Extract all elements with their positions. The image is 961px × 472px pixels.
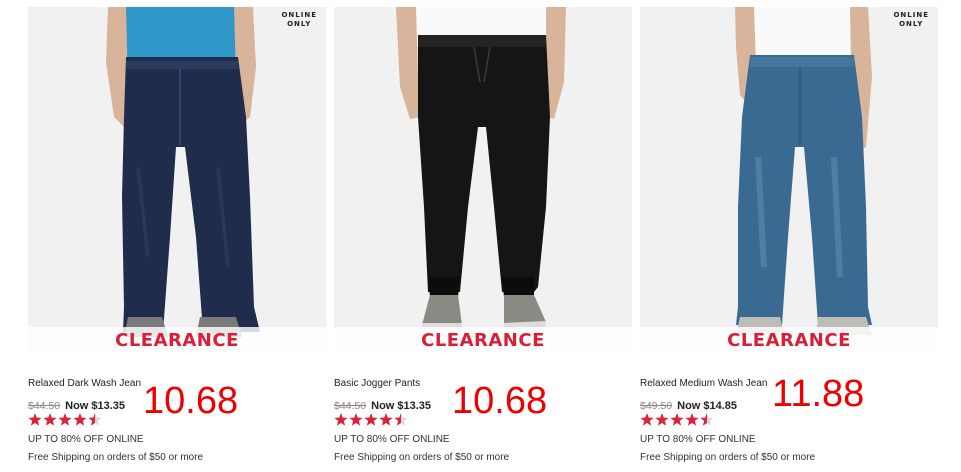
star-icon: [73, 413, 87, 426]
online-only-badge: ONLINE ONLY: [893, 11, 929, 28]
clearance-banner: CLEARANCE: [640, 327, 938, 354]
star-icon: [43, 413, 57, 426]
product-name-link[interactable]: Relaxed Dark Wash Jean: [28, 378, 141, 389]
product-card: CLEARANCE Basic Jogger Pants $44.50 Now $…: [334, 7, 632, 472]
online-only-badge: ONLINE ONLY: [281, 11, 317, 28]
product-name-link[interactable]: Relaxed Medium Wash Jean: [640, 378, 767, 389]
star-icon: [640, 413, 654, 426]
clearance-banner: CLEARANCE: [334, 327, 632, 354]
dark-jeans-image: [28, 7, 326, 354]
clearance-label: CLEARANCE: [421, 330, 545, 351]
sale-price: Now $13.35: [65, 400, 126, 412]
annotated-price: 10.68: [452, 380, 548, 422]
shipping-text: Free Shipping on orders of $50 or more: [28, 452, 204, 463]
star-icon: [670, 413, 684, 426]
promo-text: UP TO 80% OFF ONLINE: [640, 434, 756, 445]
star-icon: [349, 413, 363, 426]
star-icon: [58, 413, 72, 426]
jogger-pants-image: [334, 7, 632, 354]
product-info: Relaxed Dark Wash Jean $44.50 Now $13.35 …: [28, 375, 326, 470]
star-icon: [379, 413, 393, 426]
shipping-text: Free Shipping on orders of $50 or more: [640, 452, 816, 463]
product-image[interactable]: ONLINE ONLY CLEARANCE: [640, 7, 938, 354]
original-price: $44.50: [334, 400, 367, 412]
rating-stars[interactable]: [28, 412, 118, 428]
rating-stars[interactable]: [334, 412, 424, 428]
product-info: Basic Jogger Pants $44.50 Now $13.35 10.6…: [334, 375, 632, 470]
star-icon: [685, 413, 699, 426]
product-card: ONLINE ONLY CLEARANCE Relaxed Dark Wash …: [28, 7, 326, 472]
product-info: Relaxed Medium Wash Jean $49.50 Now $14.8…: [640, 375, 938, 470]
promo-text: UP TO 80% OFF ONLINE: [334, 434, 450, 445]
product-image[interactable]: CLEARANCE: [334, 7, 632, 354]
clearance-label: CLEARANCE: [115, 330, 239, 351]
clearance-label: CLEARANCE: [727, 330, 851, 351]
sale-price: Now $14.85: [677, 400, 738, 412]
original-price: $49.50: [640, 400, 673, 412]
medium-jeans-image: [640, 7, 938, 354]
annotated-price: 10.68: [143, 380, 239, 422]
shipping-text: Free Shipping on orders of $50 or more: [334, 452, 510, 463]
product-name-link[interactable]: Basic Jogger Pants: [334, 378, 420, 389]
sale-price: Now $13.35: [371, 400, 432, 412]
star-icon: [364, 413, 378, 426]
star-icon: [28, 413, 42, 426]
annotated-price: 11.88: [772, 373, 865, 415]
product-card: ONLINE ONLY CLEARANCE Relaxed Medium Was…: [640, 7, 938, 472]
star-icon: [334, 413, 348, 426]
star-icon: [655, 413, 669, 426]
product-image[interactable]: ONLINE ONLY CLEARANCE: [28, 7, 326, 354]
original-price: $44.50: [28, 400, 61, 412]
clearance-banner: CLEARANCE: [28, 327, 326, 354]
rating-stars[interactable]: [640, 412, 730, 428]
promo-text: UP TO 80% OFF ONLINE: [28, 434, 144, 445]
